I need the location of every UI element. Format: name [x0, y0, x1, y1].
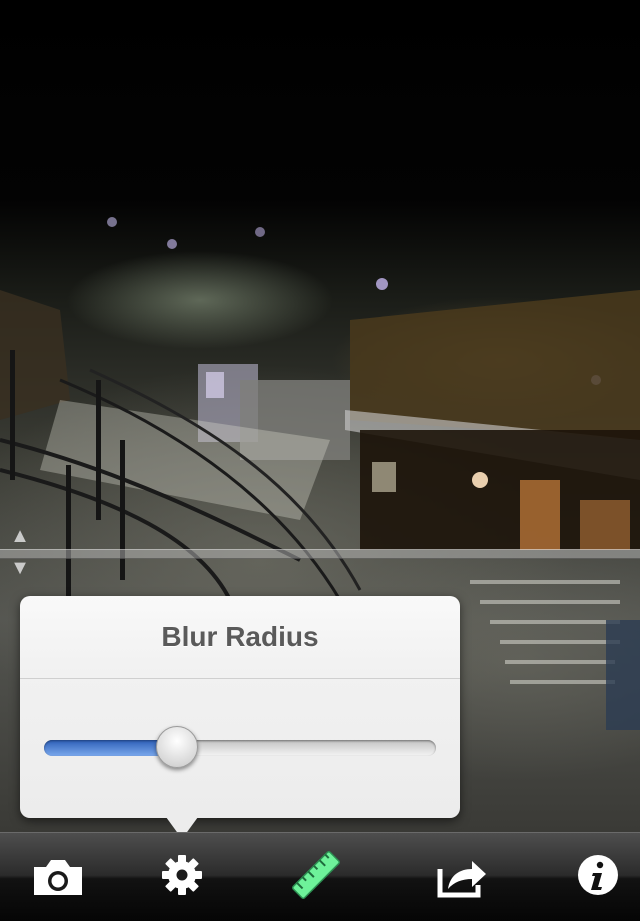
share-icon: [437, 861, 486, 898]
bottom-toolbar: [0, 832, 640, 921]
gear-icon: [162, 855, 202, 895]
info-button[interactable]: [568, 847, 628, 907]
share-button[interactable]: [432, 847, 492, 907]
info-icon: [578, 855, 618, 895]
focus-up-handle-icon[interactable]: ▲: [8, 526, 32, 546]
slider-thumb[interactable]: [156, 726, 199, 768]
popover-title: Blur Radius: [20, 596, 460, 679]
ruler-button[interactable]: [286, 847, 346, 907]
slider-track[interactable]: [44, 740, 436, 756]
blur-radius-popover: Blur Radius: [20, 596, 460, 818]
camera-icon: [34, 860, 82, 895]
camera-button[interactable]: [28, 847, 88, 907]
settings-button[interactable]: [152, 847, 212, 907]
focus-line[interactable]: [0, 549, 640, 559]
blur-radius-slider[interactable]: [44, 726, 436, 770]
ruler-icon: [292, 851, 340, 899]
focus-down-handle-icon[interactable]: ▼: [8, 558, 32, 578]
